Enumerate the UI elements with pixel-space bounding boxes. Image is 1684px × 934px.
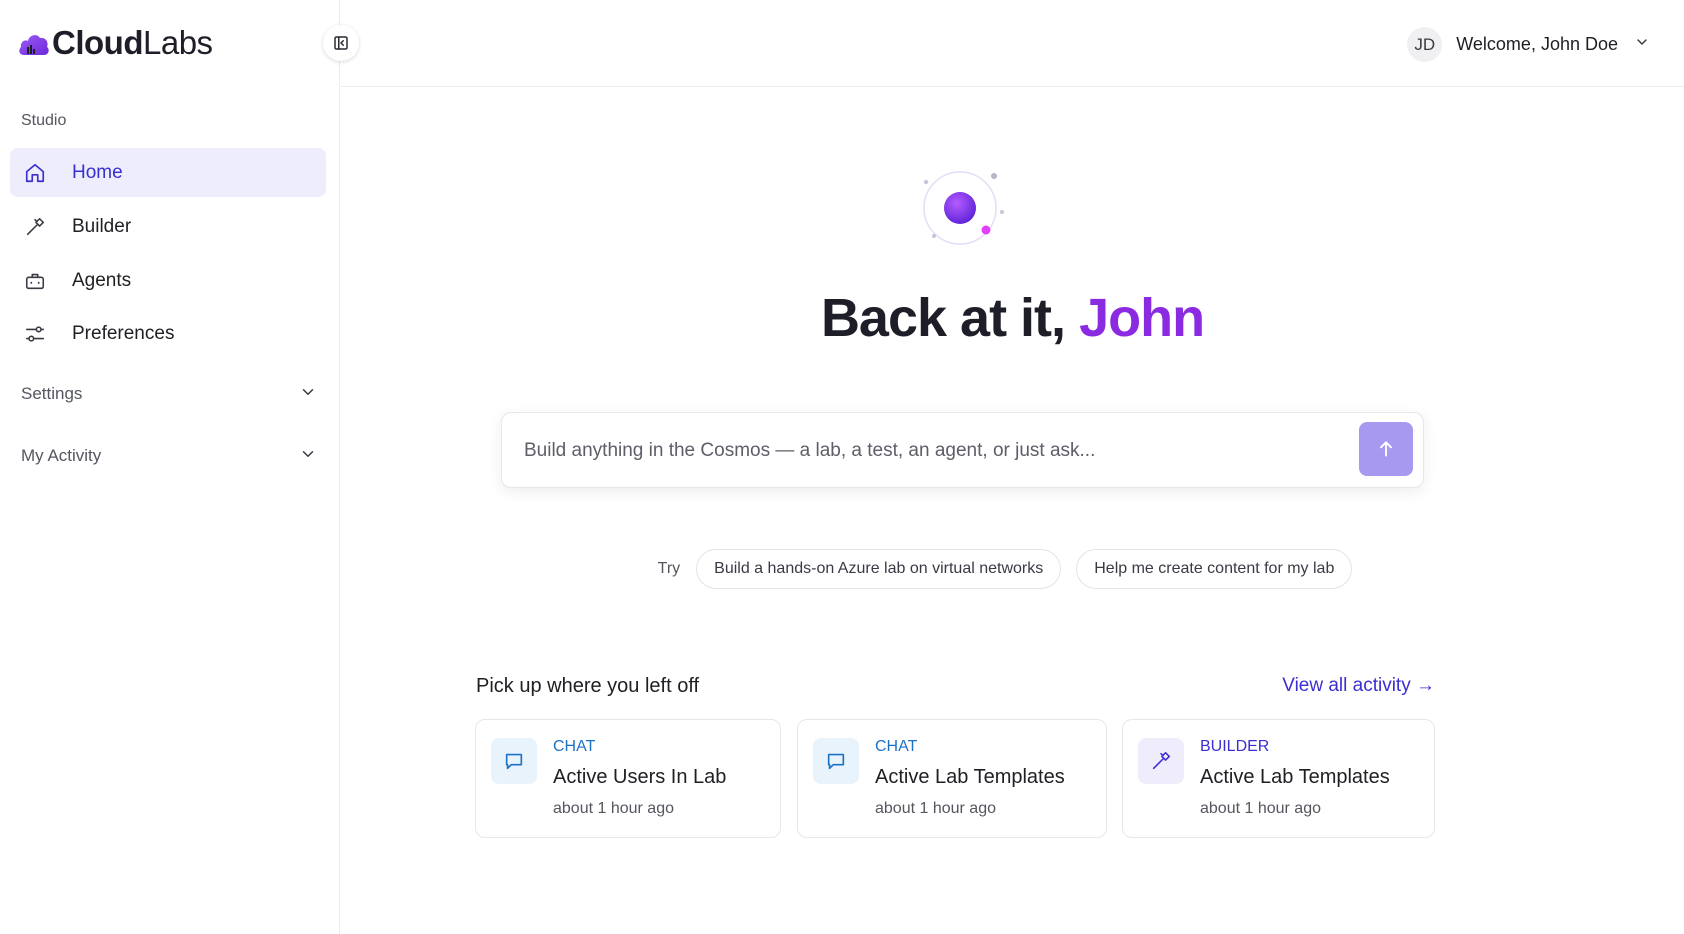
briefcase-icon (23, 269, 47, 293)
logo-text-light: Labs (142, 23, 213, 61)
prompt-input[interactable] (524, 433, 1344, 469)
arrow-up-icon (1380, 441, 1392, 457)
card-timestamp: about 1 hour ago (553, 800, 674, 817)
section-label-studio: Studio (21, 112, 67, 129)
user-first-name: John (1079, 288, 1205, 348)
my-activity-label: My Activity (21, 446, 102, 465)
chat-icon (813, 738, 859, 784)
prompt-box (501, 412, 1424, 488)
sliders-icon (23, 322, 47, 346)
settings-toggle[interactable]: Settings (21, 379, 317, 409)
settings-label: Settings (21, 384, 83, 403)
sidebar-item-label: Home (72, 161, 123, 183)
avatar: JD (1407, 27, 1443, 62)
suggestions-row: Try Build a hands-on Azure lab on virtua… (341, 549, 1684, 589)
chevron-down-icon (1634, 34, 1650, 55)
logo-text-bold: Cloud (52, 23, 143, 61)
card-title: Active Users In Lab (553, 766, 727, 788)
activity-card[interactable]: CHAT Active Users In Lab about 1 hour ag… (475, 719, 781, 838)
user-menu[interactable]: JD Welcome, John Doe (1407, 27, 1650, 62)
sidebar-item-label: Preferences (72, 322, 175, 344)
top-bar: JD Welcome, John Doe (341, 0, 1684, 87)
suggestion-chip[interactable]: Build a hands-on Azure lab on virtual ne… (696, 549, 1062, 589)
hammer-icon (1138, 738, 1184, 784)
home-icon (23, 161, 47, 185)
sidebar-item-home[interactable]: Home (10, 148, 326, 197)
card-title: Active Lab Templates (875, 766, 1065, 788)
hammer-icon (23, 215, 47, 239)
card-type: BUILDER (1200, 738, 1270, 755)
page-title: Back at it, John (341, 287, 1684, 349)
sidebar-item-builder[interactable]: Builder (10, 202, 326, 251)
cloudlabs-logo[interactable]: CloudLabs (18, 22, 213, 62)
sidebar-item-preferences[interactable]: Preferences (10, 309, 326, 358)
activity-card[interactable]: CHAT Active Lab Templates about 1 hour a… (797, 719, 1107, 838)
sidebar-collapse-icon (334, 36, 348, 50)
activity-heading: Pick up where you left off (476, 675, 700, 697)
view-all-activity-link[interactable]: View all activity → (1282, 675, 1435, 697)
sidebar-item-label: Agents (72, 269, 132, 291)
greeting-text: Back at it, (820, 288, 1066, 348)
cosmos-orb-icon (923, 171, 1004, 245)
sidebar-item-label: Builder (72, 215, 132, 237)
welcome-text: Welcome, John Doe (1456, 34, 1618, 54)
send-button[interactable] (1359, 422, 1413, 476)
card-type: CHAT (553, 738, 596, 755)
cloud-logo-icon (19, 35, 49, 55)
chevron-down-icon (299, 383, 317, 406)
suggestion-chip[interactable]: Help me create content for my lab (1076, 549, 1353, 589)
my-activity-toggle[interactable]: My Activity (21, 441, 317, 471)
sidebar: CloudLabs Studio Home Builder Agents Pre… (0, 0, 340, 934)
card-title: Active Lab Templates (1200, 766, 1390, 788)
try-label: Try (657, 560, 681, 577)
activity-card[interactable]: BUILDER Active Lab Templates about 1 hou… (1122, 719, 1435, 838)
card-timestamp: about 1 hour ago (1200, 800, 1321, 817)
chevron-down-icon (299, 445, 317, 468)
card-type: CHAT (875, 738, 918, 755)
card-timestamp: about 1 hour ago (875, 800, 996, 817)
sidebar-item-agents[interactable]: Agents (10, 256, 326, 305)
collapse-sidebar-button[interactable] (323, 25, 359, 61)
chat-icon (491, 738, 537, 784)
